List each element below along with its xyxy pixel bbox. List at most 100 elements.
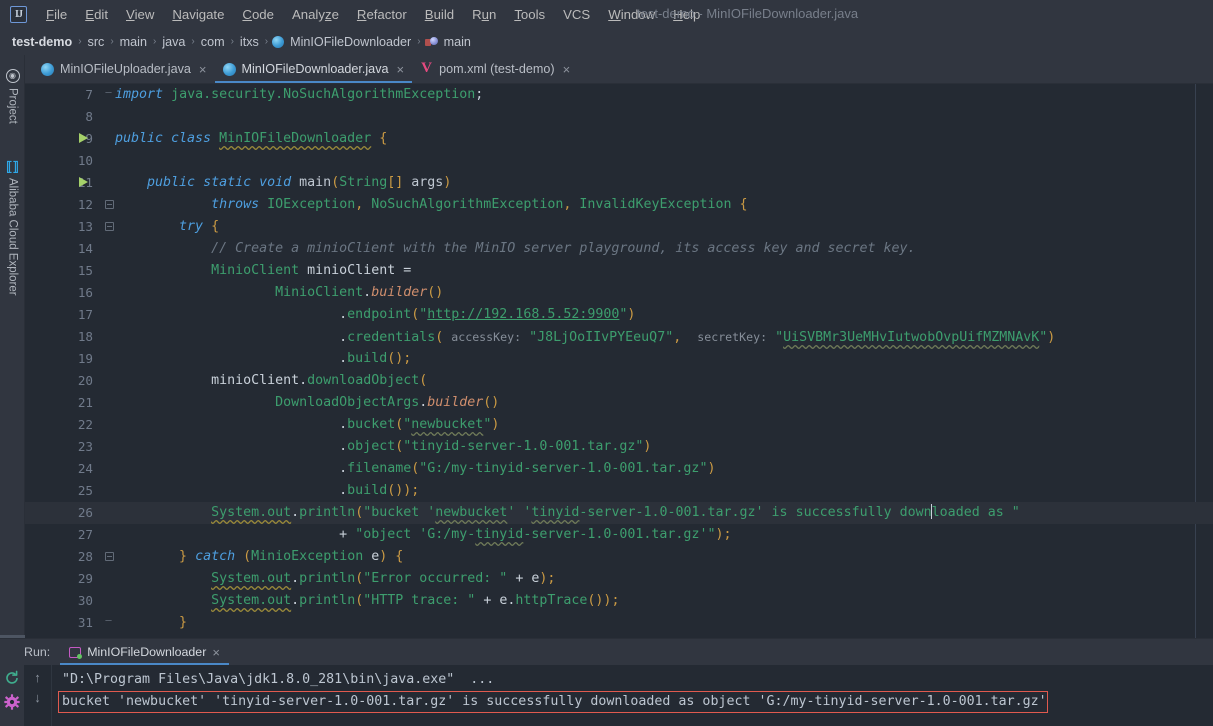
code-line-19[interactable]: 19 .build();	[25, 348, 1213, 370]
code-line-11[interactable]: 11 public static void main(String[] args…	[25, 172, 1213, 194]
code-content	[101, 150, 1213, 172]
gear-icon[interactable]	[4, 694, 20, 710]
console-line: "D:\Program Files\Java\jdk1.8.0_281\bin\…	[62, 672, 495, 687]
code-line-14[interactable]: 14 // Create a minioClient with the MinI…	[25, 238, 1213, 260]
line-number: 27	[77, 527, 93, 542]
menu-vcs[interactable]: VCS	[554, 4, 599, 25]
menu-edit[interactable]: Edit	[76, 4, 117, 25]
code-line-30[interactable]: 30 System.out.println("HTTP trace: " + e…	[25, 590, 1213, 612]
editor-tab-minio-file-uploader[interactable]: MinIOFileUploader.java ×	[33, 55, 215, 83]
menu-build[interactable]: Build	[416, 4, 463, 25]
code-line-31[interactable]: 31 ─ }	[25, 612, 1213, 634]
close-icon[interactable]: ×	[395, 62, 405, 77]
code-line-10[interactable]: 10	[25, 150, 1213, 172]
code-line-17[interactable]: 17 .endpoint("http://192.168.5.52:9900")	[25, 304, 1213, 326]
breadcrumb: test-demo › src › main › java › com › it…	[0, 28, 1213, 55]
code-line-15[interactable]: 15 MinioClient minioClient =	[25, 260, 1213, 282]
line-number: 7	[85, 87, 93, 102]
breadcrumb-item-project[interactable]: test-demo	[10, 34, 74, 50]
project-icon: ◉	[5, 69, 20, 83]
code-line-8[interactable]: 8	[25, 106, 1213, 128]
code-line-7[interactable]: 7 ─ import java.security.NoSuchAlgorithm…	[25, 84, 1213, 106]
breadcrumb-item-method[interactable]: main	[442, 34, 473, 50]
run-label: Run:	[24, 645, 51, 659]
tool-window-button-project[interactable]: ◉ Project	[0, 63, 25, 124]
run-configuration-icon	[69, 646, 83, 659]
editor-column: MinIOFileUploader.java × MinIOFileDownlo…	[25, 55, 1213, 638]
code-line-24[interactable]: 24 .filename("G:/my-tinyid-server-1.0-00…	[25, 458, 1213, 480]
code-line-9[interactable]: 9 public class MinIOFileDownloader {	[25, 128, 1213, 150]
menu-navigate[interactable]: Navigate	[163, 4, 233, 25]
line-number: 18	[77, 329, 93, 344]
run-console[interactable]: "D:\Program Files\Java\jdk1.8.0_281\bin\…	[52, 665, 1213, 726]
code-line-22[interactable]: 22 .bucket("newbucket")	[25, 414, 1213, 436]
java-class-icon	[222, 62, 236, 76]
code-line-16[interactable]: 16 MinioClient.builder()	[25, 282, 1213, 304]
code-line-13[interactable]: 13 try {	[25, 216, 1213, 238]
code-line-23[interactable]: 23 .object("tinyid-server-1.0-001.tar.gz…	[25, 436, 1213, 458]
code-line-28[interactable]: 28 } catch (MinioException e) {	[25, 546, 1213, 568]
line-number: 21	[77, 395, 93, 410]
code-content: .credentials( accessKey: "J8LjOoIIvPYEeu…	[339, 330, 1056, 345]
code-content: .build());	[339, 483, 420, 498]
code-line-12[interactable]: 12 throws IOException, NoSuchAlgorithmEx…	[25, 194, 1213, 216]
endpoint-url[interactable]: http://192.168.5.52:9900	[427, 307, 619, 322]
code-line-20[interactable]: 20 minioClient.downloadObject(	[25, 370, 1213, 392]
line-number: 13	[77, 219, 93, 234]
run-gutter-icon[interactable]	[79, 177, 88, 187]
scroll-down-icon[interactable]: ↓	[34, 691, 41, 704]
menu-view[interactable]: View	[117, 4, 163, 25]
menu-tools[interactable]: Tools	[505, 4, 554, 25]
run-tab-minio-file-downloader[interactable]: MinIOFileDownloader ×	[60, 639, 229, 665]
run-side-toolbar	[0, 665, 24, 726]
breadcrumb-item-main[interactable]: main	[118, 34, 149, 50]
menu-refactor[interactable]: Refactor	[348, 4, 416, 25]
code-content: public class MinIOFileDownloader {	[115, 131, 388, 146]
run-gutter-icon[interactable]	[79, 133, 88, 143]
code-line-27[interactable]: 27 + "object 'G:/my-tinyid-server-1.0-00…	[25, 524, 1213, 546]
object-value: tinyid-server-1.0-001.tar.gz	[411, 439, 636, 454]
code-line-26[interactable]: 26 System.out.println("bucket 'newbucket…	[25, 502, 1213, 524]
menu-file[interactable]: File	[37, 4, 76, 25]
code-line-25[interactable]: 25 .build());	[25, 480, 1213, 502]
breadcrumb-separator: ›	[152, 36, 157, 47]
rerun-icon[interactable]	[4, 670, 20, 686]
close-icon[interactable]: ×	[561, 62, 571, 77]
menu-analyze[interactable]: Analyze	[283, 4, 348, 25]
tool-window-button-alibaba-cloud-explorer[interactable]: ⟦⟧ Alibaba Cloud Explorer	[0, 153, 25, 296]
breadcrumb-item-java[interactable]: java	[160, 34, 187, 50]
breadcrumb-separator: ›	[78, 36, 82, 47]
editor-tab-pom-xml[interactable]: V pom.xml (test-demo) ×	[412, 55, 578, 83]
breadcrumb-item-itxs[interactable]: itxs	[238, 34, 261, 50]
editor-tab-minio-file-downloader[interactable]: MinIOFileDownloader.java ×	[214, 55, 413, 83]
code-line-29[interactable]: 29 System.out.println("Error occurred: "…	[25, 568, 1213, 590]
line-number: 14	[77, 241, 93, 256]
tool-window-label-project: Project	[6, 88, 19, 124]
code-content: .filename("G:/my-tinyid-server-1.0-001.t…	[339, 461, 716, 476]
code-content: .endpoint("http://192.168.5.52:9900")	[339, 307, 636, 322]
breadcrumb-item-com[interactable]: com	[199, 34, 227, 50]
close-icon[interactable]: ×	[197, 62, 207, 77]
code-line-21[interactable]: 21 DownloadObjectArgs.builder()	[25, 392, 1213, 414]
breadcrumb-separator: ›	[264, 36, 269, 47]
intellij-window: IJ File Edit View Navigate Code Analyze …	[0, 0, 1213, 726]
line-number: 20	[77, 373, 93, 388]
maven-icon: V	[421, 59, 433, 76]
breadcrumb-item-src[interactable]: src	[86, 34, 107, 50]
line-number: 30	[77, 593, 93, 608]
breadcrumb-separator: ›	[417, 36, 421, 47]
code-content: import java.security.NoSuchAlgorithmExce…	[115, 87, 484, 102]
bucket-value: newbucket	[411, 417, 484, 432]
close-icon[interactable]: ×	[212, 645, 220, 660]
menu-run[interactable]: Run	[463, 4, 505, 25]
code-editor[interactable]: 7 ─ import java.security.NoSuchAlgorithm…	[25, 84, 1213, 638]
menu-code[interactable]: Code	[233, 4, 283, 25]
code-line-18[interactable]: 18 .credentials( accessKey: "J8LjOoIIvPY…	[25, 326, 1213, 348]
breadcrumb-item-class[interactable]: MinIOFileDownloader	[288, 34, 413, 50]
java-class-icon	[41, 62, 54, 76]
code-content: MinioClient minioClient =	[211, 263, 412, 278]
line-number: 22	[77, 417, 93, 432]
scroll-up-icon[interactable]: ↑	[34, 671, 41, 684]
line-number: 17	[77, 307, 93, 322]
code-content: // Create a minioClient with the MinIO s…	[211, 241, 916, 256]
